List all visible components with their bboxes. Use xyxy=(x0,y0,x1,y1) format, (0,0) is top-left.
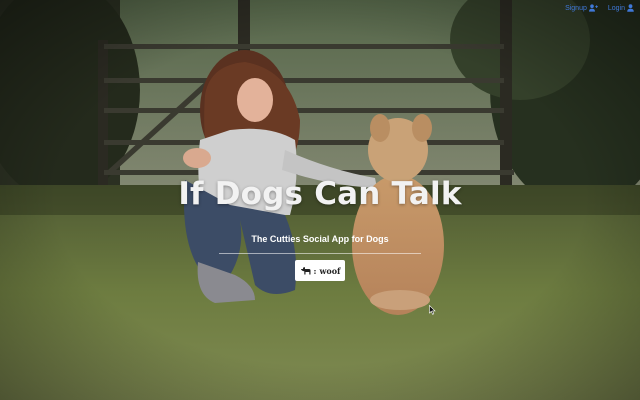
woof-separator: : xyxy=(313,265,317,276)
hero-subtitle: The Cutties Social App for Dogs xyxy=(251,234,389,244)
signup-link[interactable]: Signup xyxy=(565,4,598,12)
woof-button-label: woof xyxy=(319,265,341,276)
top-nav: Signup Login xyxy=(565,4,634,12)
mouse-cursor-icon xyxy=(429,302,436,320)
login-label: Login xyxy=(607,4,625,12)
woof-button[interactable]: : woof xyxy=(295,260,345,281)
user-plus-icon xyxy=(588,4,598,12)
login-link[interactable]: Login xyxy=(608,4,634,12)
dog-icon xyxy=(300,266,311,275)
signup-label: Signup xyxy=(565,4,587,12)
hero-section: Signup Login If Dogs Can Talk The Cuttie… xyxy=(0,0,640,400)
hero-title: If Dogs Can Talk xyxy=(178,176,462,212)
user-icon xyxy=(627,4,634,12)
hero-divider xyxy=(219,253,421,254)
